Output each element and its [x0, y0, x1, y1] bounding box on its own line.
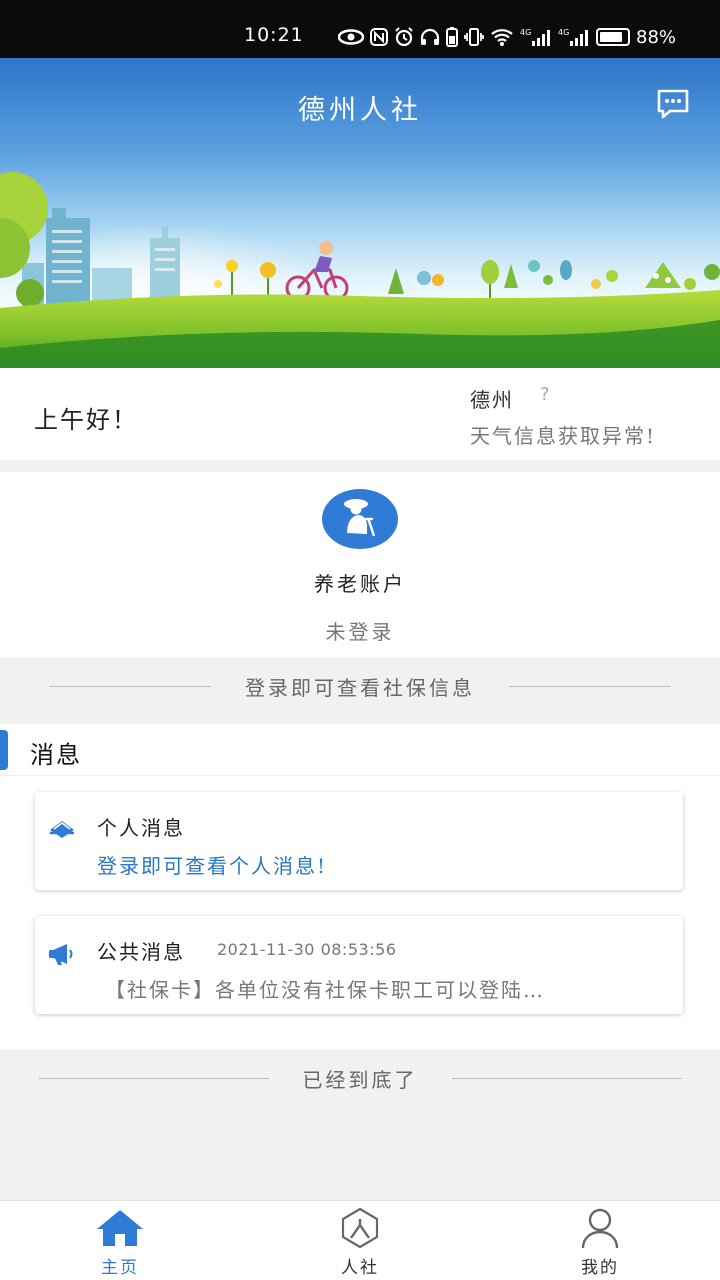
- chat-bubble-icon[interactable]: [656, 88, 690, 120]
- divider-line: [451, 1077, 682, 1079]
- public-message-card[interactable]: 公共消息 2021-11-30 08:53:56 【社保卡】各单位没有社保卡职工…: [35, 916, 683, 1014]
- battery-icon: [596, 28, 630, 46]
- weather-status: 天气信息获取异常!: [470, 424, 657, 448]
- login-hint-row[interactable]: 登录即可查看社保信息: [0, 658, 720, 714]
- home-icon: [97, 1210, 143, 1246]
- headphones-icon: [420, 28, 440, 45]
- pension-account-card[interactable]: 养老账户 未登录: [0, 472, 720, 658]
- svg-text:4G: 4G: [558, 28, 569, 37]
- login-hint-text: 登录即可查看社保信息: [245, 675, 475, 700]
- battery-indicator: 88%: [596, 27, 676, 48]
- app-title: 德州人社: [298, 95, 422, 126]
- section-accent-bar: [0, 730, 8, 770]
- eye-icon: [338, 29, 364, 45]
- signal-1-icon: 4G: [520, 28, 550, 46]
- public-message-body: 【社保卡】各单位没有社保卡职工可以登陆…: [105, 978, 545, 1002]
- svg-text:4G: 4G: [520, 28, 531, 37]
- end-of-list-row: 已经到底了: [0, 1050, 720, 1106]
- battery-percentage: 88%: [636, 26, 677, 48]
- nav-home[interactable]: 主页: [0, 1201, 240, 1280]
- divider-line: [49, 685, 211, 687]
- nav-renshe[interactable]: 人社: [240, 1201, 480, 1280]
- public-message-title: 公共消息: [97, 940, 185, 964]
- end-of-list-text: 已经到底了: [302, 1067, 418, 1092]
- nav-mine-label: 我的: [581, 1258, 619, 1278]
- nav-home-label: 主页: [101, 1258, 139, 1278]
- messages-title: 消息: [30, 741, 82, 769]
- bottom-navigation: 主页 人社 我的: [0, 1200, 720, 1280]
- personal-message-link[interactable]: 登录即可查看个人消息!: [97, 850, 327, 879]
- user-icon: [581, 1208, 619, 1249]
- nfc-icon: [370, 28, 388, 46]
- messages-header: 消息: [0, 724, 720, 776]
- status-icons: 4G 4G 88%: [338, 26, 676, 48]
- divider-line: [509, 685, 671, 687]
- nav-mine[interactable]: 我的: [480, 1201, 720, 1280]
- status-time: 10:21: [244, 24, 304, 46]
- envelope-icon: [50, 821, 74, 838]
- divider-line: [38, 1077, 269, 1079]
- personal-message-card[interactable]: 个人消息 登录即可查看个人消息!: [35, 792, 683, 890]
- personal-message-title: 个人消息: [97, 816, 185, 840]
- alarm-icon: [395, 27, 413, 47]
- weather-city: 德州: [470, 388, 514, 412]
- portrait-battery-icon: [446, 27, 458, 47]
- megaphone-icon: [49, 944, 73, 965]
- elderly-person-icon: [322, 489, 398, 549]
- battery-fill: [600, 32, 623, 42]
- greeting-text: 上午好！: [34, 406, 138, 434]
- public-message-time: 2021-11-30 08:53:56: [217, 940, 397, 959]
- wifi-icon: [491, 29, 513, 46]
- status-bar: 10:21 4G 4G 88%: [0, 0, 720, 58]
- vibrate-icon: [464, 28, 484, 46]
- renshe-logo-icon: [341, 1207, 379, 1249]
- weather-unknown-icon: ?: [540, 384, 550, 405]
- greeting-card: 上午好！ 德州 ? 天气信息获取异常!: [0, 368, 720, 460]
- nav-renshe-label: 人社: [341, 1258, 379, 1278]
- login-status: 未登录: [325, 620, 395, 644]
- pension-label: 养老账户: [314, 572, 406, 596]
- messages-section: 消息 个人消息 登录即可查看个人消息! 公共消息 2021-11-30 08:5…: [0, 724, 720, 1050]
- signal-2-icon: 4G: [558, 28, 588, 46]
- header-banner: 德州人社: [0, 58, 720, 368]
